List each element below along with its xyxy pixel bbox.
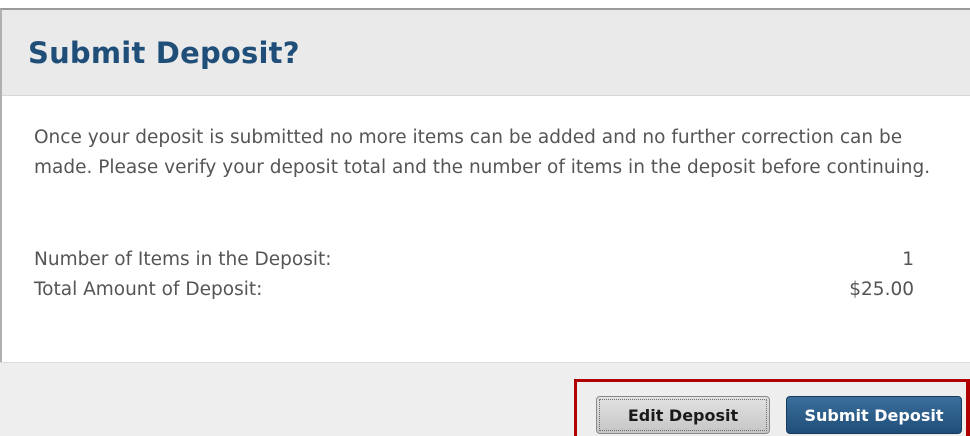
total-amount-label: Total Amount of Deposit: [34,279,263,300]
dialog-body: Once your deposit is submitted no more i… [2,96,970,305]
edit-deposit-button[interactable]: Edit Deposit [596,396,770,434]
summary-row-item-count: Number of Items in the Deposit: 1 [34,245,914,275]
submit-deposit-button[interactable]: Submit Deposit [786,396,962,434]
item-count-value: 1 [902,249,914,270]
deposit-summary: Number of Items in the Deposit: 1 Total … [34,245,914,305]
total-amount-value: $25.00 [849,279,914,300]
confirmation-message: Once your deposit is submitted no more i… [34,127,931,178]
dialog-header: Submit Deposit? [2,10,970,96]
item-count-label: Number of Items in the Deposit: [34,249,332,270]
summary-row-total-amount: Total Amount of Deposit: $25.00 [34,275,914,305]
dialog-title: Submit Deposit? [28,35,300,70]
